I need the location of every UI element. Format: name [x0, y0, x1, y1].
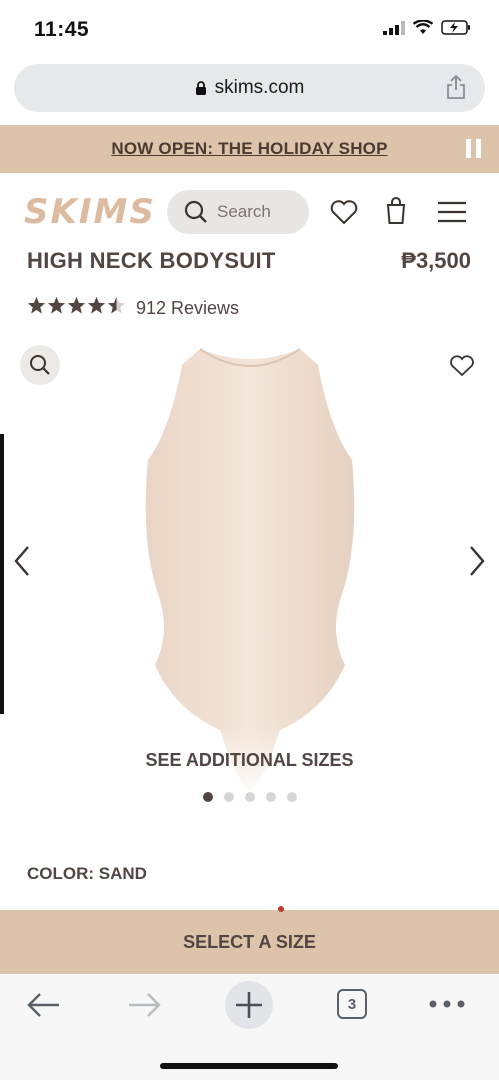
- star-icon: [47, 296, 66, 314]
- carousel-dot[interactable]: [244, 792, 255, 802]
- banner-link[interactable]: NOW OPEN: THE HOLIDAY SHOP: [0, 125, 499, 173]
- notification-dot: [278, 906, 284, 912]
- tab-count: 3: [347, 995, 357, 1013]
- search-button[interactable]: Search: [167, 190, 309, 234]
- new-tab-button[interactable]: [225, 981, 273, 1029]
- carousel-dot[interactable]: [223, 792, 234, 802]
- bag-icon[interactable]: [385, 197, 407, 225]
- menu-icon[interactable]: [436, 200, 468, 224]
- carousel-dot[interactable]: [202, 792, 213, 802]
- rating-stars[interactable]: [27, 296, 126, 315]
- share-icon[interactable]: [445, 74, 467, 100]
- see-additional-sizes-link[interactable]: SEE ADDITIONAL SIZES: [0, 750, 499, 771]
- address-bar[interactable]: skims.com: [14, 64, 485, 112]
- carousel-dots[interactable]: [0, 792, 499, 802]
- heart-icon[interactable]: [330, 199, 358, 225]
- product-image[interactable]: [0, 335, 499, 805]
- url-display[interactable]: skims.com: [14, 64, 485, 112]
- lock-icon: [195, 80, 206, 95]
- color-label: COLOR: SAND: [27, 864, 147, 883]
- select-size-button[interactable]: SELECT A SIZE: [0, 910, 499, 974]
- logo[interactable]: SKIMS: [24, 192, 156, 232]
- star-icon: [107, 296, 126, 314]
- zoom-button[interactable]: [20, 345, 60, 385]
- more-options-icon[interactable]: [428, 998, 466, 1010]
- url-text: skims.com: [214, 77, 305, 98]
- promo-banner: NOW OPEN: THE HOLIDAY SHOP: [0, 125, 499, 173]
- wishlist-heart-icon[interactable]: [449, 355, 475, 377]
- signal-icon: [383, 20, 405, 35]
- search-placeholder: Search: [217, 202, 271, 221]
- plus-icon: [236, 992, 262, 1018]
- status-time: 11:45: [34, 18, 90, 41]
- carousel-dot[interactable]: [265, 792, 276, 802]
- forward-arrow-icon[interactable]: [127, 990, 163, 1020]
- star-icon: [67, 296, 86, 314]
- product-title: HIGH NECK BODYSUIT: [27, 248, 276, 273]
- chevron-left-icon[interactable]: [12, 545, 32, 577]
- search-icon: [184, 200, 207, 223]
- back-arrow-icon[interactable]: [25, 990, 61, 1020]
- search-icon: [30, 355, 50, 375]
- star-icon: [27, 296, 46, 314]
- pause-icon[interactable]: [466, 139, 481, 158]
- reviews-link[interactable]: 912 Reviews: [136, 298, 239, 319]
- star-icon: [87, 296, 106, 314]
- carousel-dot[interactable]: [286, 792, 297, 802]
- home-indicator: [160, 1063, 338, 1069]
- wifi-icon: [413, 20, 433, 34]
- product-price: ₱3,500: [401, 248, 471, 273]
- status-icons: [383, 20, 471, 35]
- chevron-right-icon[interactable]: [467, 545, 487, 577]
- battery-charging-icon: [441, 20, 470, 35]
- tabs-button[interactable]: 3: [337, 989, 367, 1019]
